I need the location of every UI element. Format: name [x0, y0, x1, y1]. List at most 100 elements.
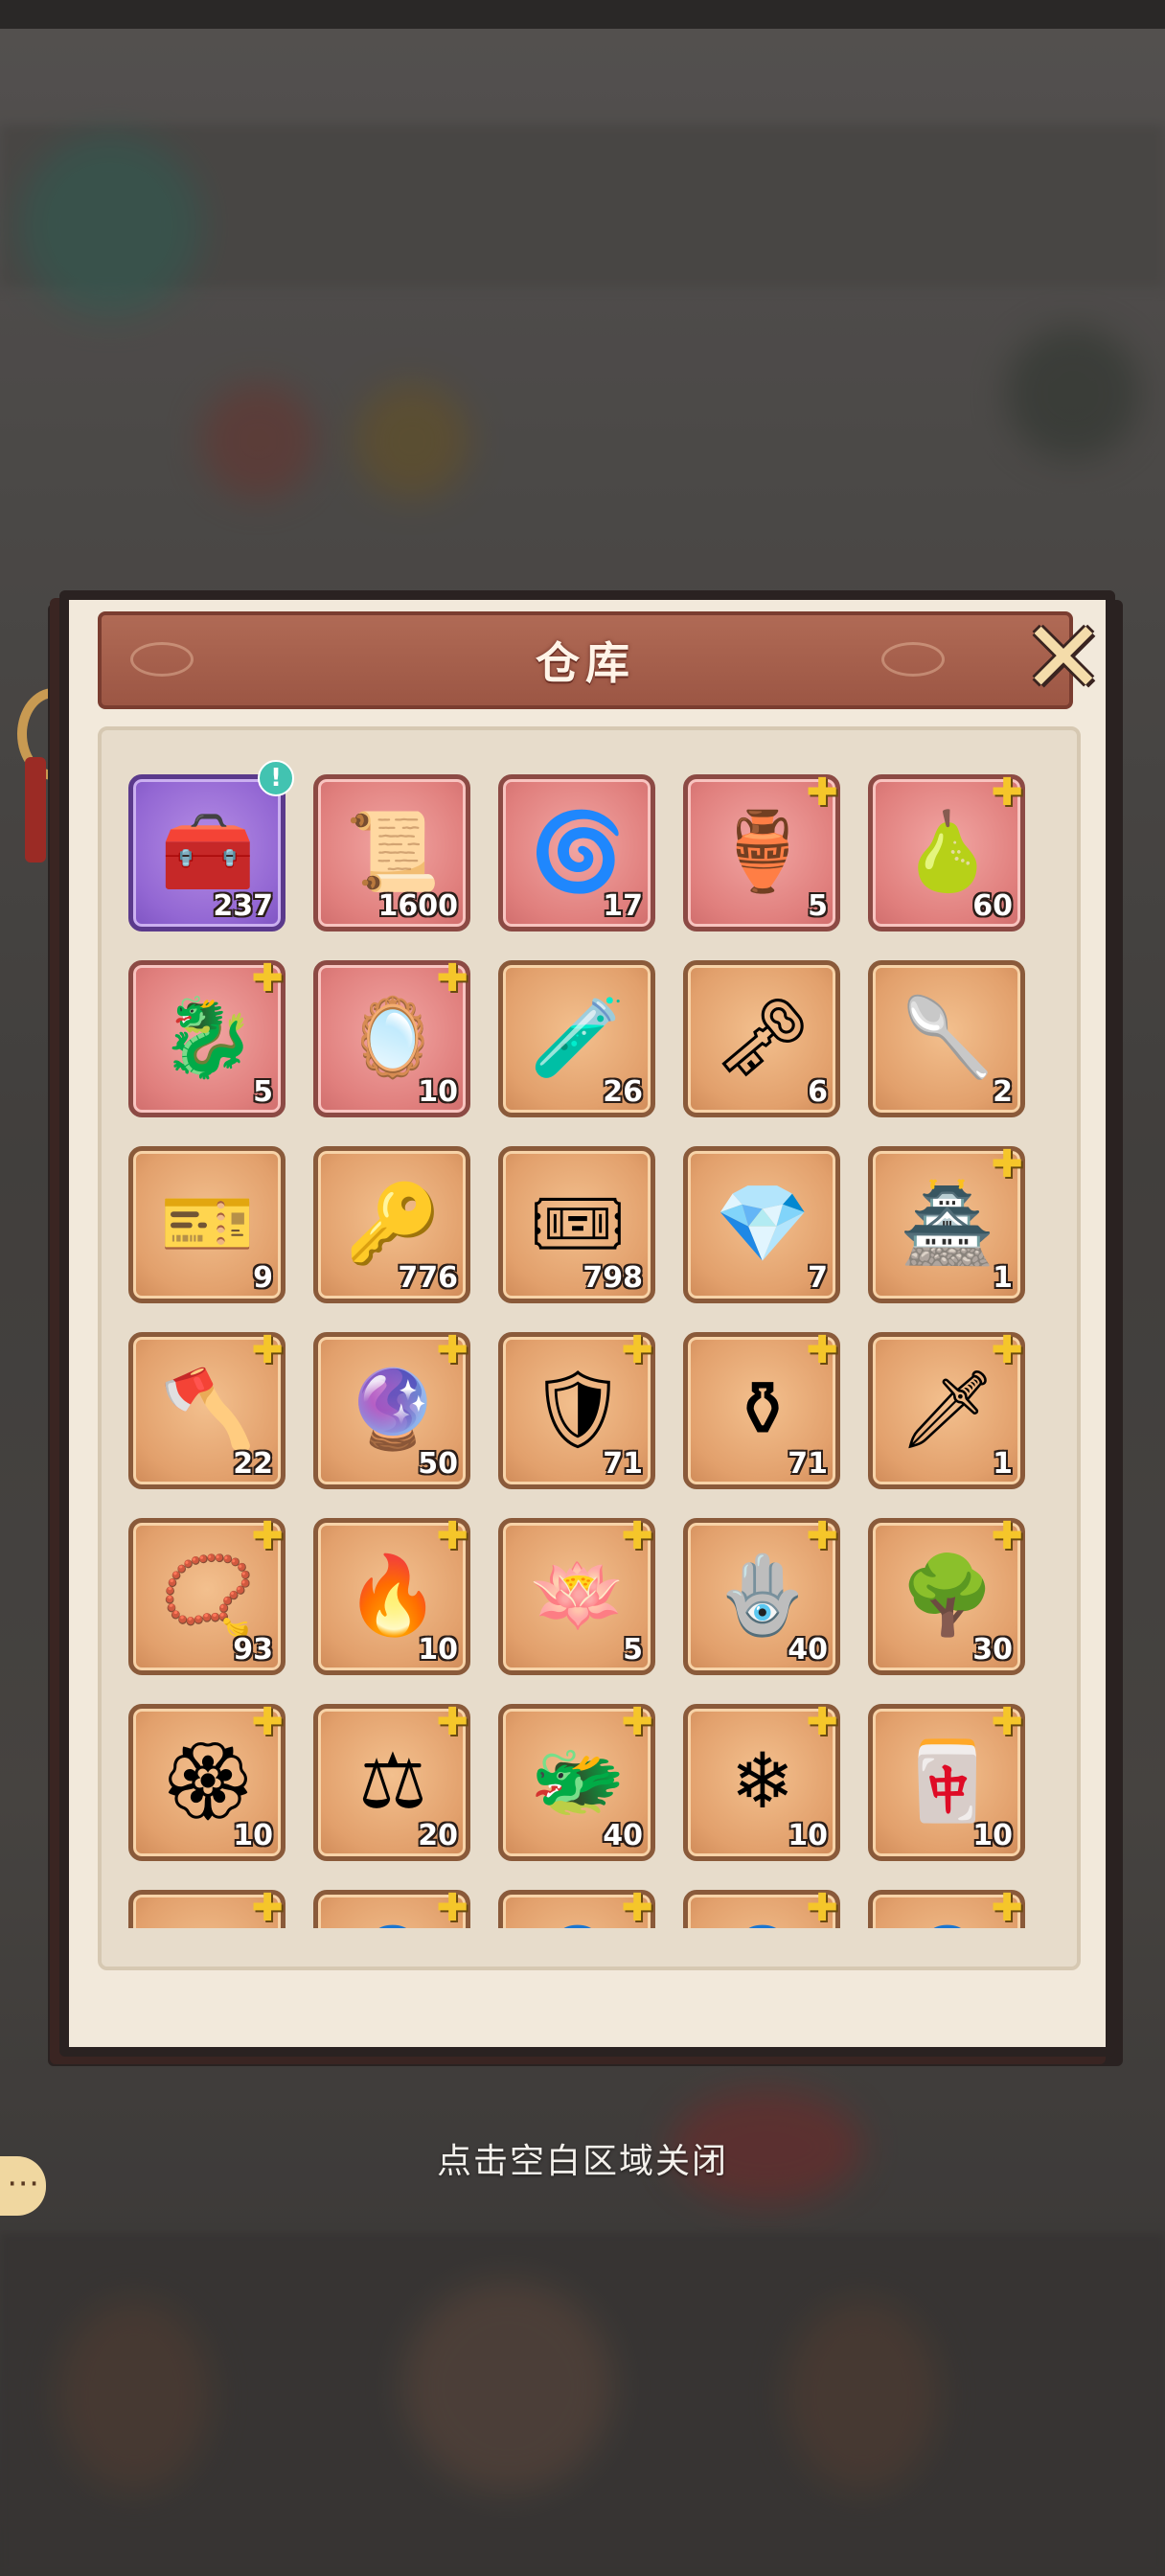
- puzzle-fragment-icon: ✚: [806, 770, 838, 815]
- puzzle-fragment-icon: ✚: [806, 1328, 838, 1372]
- tassel-ornament: [25, 757, 46, 862]
- inventory-item[interactable]: 🐲 ✚ 40: [498, 1700, 655, 1861]
- inventory-item[interactable]: 🔮 ✚ 50: [313, 1328, 470, 1489]
- puzzle-fragment-icon: ✚: [991, 1886, 1023, 1930]
- puzzle-fragment-icon: ✚: [806, 1514, 838, 1558]
- item-count: 40: [603, 1819, 643, 1852]
- item-count: 237: [213, 889, 273, 923]
- inventory-item[interactable]: 🎫 9: [128, 1146, 286, 1303]
- puzzle-fragment-icon: ✚: [621, 1514, 653, 1558]
- inventory-item[interactable]: 🪬 ✚ 40: [683, 1514, 840, 1675]
- puzzle-fragment-icon: ✚: [251, 956, 284, 1000]
- inventory-item[interactable]: 🧰! 237: [128, 760, 294, 932]
- panel-title: 仓库: [536, 637, 635, 689]
- item-count: 10: [233, 1819, 273, 1852]
- item-count: 1: [993, 1447, 1013, 1481]
- puzzle-fragment-icon: ✚: [621, 1328, 653, 1372]
- warehouse-panel: 仓库 ✕ 🧰! 237 📜 1600 🌀 17 🏺 ✚ 5 🍐 ✚ 60 🐉 ✚ 5 🪞 ✚ 10 🧪 26 🗝 6 🥄 2 🎫…: [59, 590, 1115, 2057]
- inventory-grid-frame[interactable]: 🧰! 237 📜 1600 🌀 17 🏺 ✚ 5 🍐 ✚ 60 🐉 ✚ 5 🪞 ✚ 10 🧪 26 🗝 6 🥄 2 🎫 9 🔑 776…: [98, 726, 1081, 1970]
- item-count: 798: [582, 1261, 643, 1295]
- item-count: 30: [972, 1633, 1013, 1667]
- inventory-item[interactable]: 🪷 ✚ 5: [498, 1514, 655, 1675]
- item-count: 22: [233, 1447, 273, 1481]
- puzzle-fragment-icon: ✚: [621, 1700, 653, 1744]
- item-count: 26: [603, 1075, 643, 1109]
- rainbow-gem-icon: 💎: [715, 1179, 811, 1268]
- puzzle-fragment-icon: ✚: [991, 1514, 1023, 1558]
- item-count: 71: [788, 1447, 828, 1481]
- inventory-item[interactable]: 🌀 17: [498, 774, 655, 932]
- inventory-item[interactable]: 🌳 ✚ 30: [868, 1514, 1025, 1675]
- item-count: 17: [603, 889, 643, 923]
- new-item-alert-badge: !: [258, 760, 294, 796]
- item-count: 2: [993, 1075, 1013, 1109]
- puzzle-fragment-icon: ✚: [806, 1886, 838, 1930]
- inventory-grid: 🧰! 237 📜 1600 🌀 17 🏺 ✚ 5 🍐 ✚ 60 🐉 ✚ 5 🪞 ✚ 10 🧪 26 🗝 6 🥄 2 🎫 9 🔑 776…: [128, 760, 1048, 1966]
- inventory-item[interactable]: 🪞 ✚ 10: [313, 956, 470, 1117]
- close-hint-text: 点击空白区域关闭: [436, 2142, 728, 2181]
- inventory-item[interactable]: 📿 ✚ 93: [128, 1514, 286, 1675]
- item-count: 93: [233, 1633, 273, 1667]
- cloud-ornament-right: [881, 642, 945, 677]
- puzzle-fragment-icon: ✚: [991, 1142, 1023, 1186]
- item-count: 60: [972, 889, 1013, 923]
- item-count: 20: [418, 1819, 458, 1852]
- inventory-item[interactable]: 🏵 ✚ 10: [128, 1700, 286, 1861]
- inventory-item[interactable]: 🐉 ✚ 5: [128, 956, 286, 1117]
- puzzle-fragment-icon: ✚: [436, 1700, 468, 1744]
- item-count: 9: [253, 1261, 273, 1295]
- inventory-item[interactable]: 🥄 2: [868, 960, 1025, 1117]
- item-count: 6: [808, 1075, 828, 1109]
- puzzle-fragment-icon: ✚: [251, 1328, 284, 1372]
- item-count: 10: [788, 1819, 828, 1852]
- item-count: 7: [808, 1261, 828, 1295]
- inventory-item[interactable]: 📜 1600: [313, 774, 470, 932]
- item-count: 1: [993, 1261, 1013, 1295]
- puzzle-fragment-icon: ✚: [991, 1700, 1023, 1744]
- inventory-item[interactable]: 🗡 ✚ 1: [868, 1328, 1025, 1489]
- item-count: 5: [808, 889, 828, 923]
- inventory-item[interactable]: 🧪 26: [498, 960, 655, 1117]
- inventory-item[interactable]: 🀄 ✚ 10: [868, 1700, 1025, 1861]
- puzzle-fragment-icon: ✚: [436, 1514, 468, 1558]
- item-count: 40: [788, 1633, 828, 1667]
- puzzle-fragment-icon: ✚: [251, 1514, 284, 1558]
- grid-bottom-edge: [102, 1928, 1077, 1966]
- inventory-item[interactable]: 🍐 ✚ 60: [868, 771, 1025, 932]
- item-count: 10: [972, 1819, 1013, 1852]
- inventory-item[interactable]: 🎟 798: [498, 1146, 655, 1303]
- close-button[interactable]: ✕: [1016, 608, 1111, 707]
- title-bar: 仓库: [98, 611, 1073, 709]
- item-count: 50: [418, 1447, 458, 1481]
- inventory-item[interactable]: 🛡 ✚ 71: [498, 1328, 655, 1489]
- inventory-item[interactable]: 🏺 ✚ 5: [683, 770, 840, 932]
- puzzle-fragment-icon: ✚: [436, 956, 468, 1000]
- inventory-item[interactable]: ⚖ ✚ 20: [313, 1700, 470, 1861]
- item-count: 1600: [377, 889, 459, 923]
- puzzle-fragment-icon: ✚: [991, 1328, 1023, 1372]
- inventory-item[interactable]: ❄ ✚ 10: [683, 1700, 840, 1861]
- inventory-item[interactable]: 🏯 ✚ 1: [868, 1142, 1025, 1303]
- item-count: 10: [418, 1075, 458, 1109]
- puzzle-fragment-icon: ✚: [436, 1328, 468, 1372]
- inventory-item[interactable]: ⚱ ✚ 71: [683, 1328, 840, 1489]
- golden-key-icon: 🗝: [714, 993, 811, 1082]
- item-count: 71: [603, 1447, 643, 1481]
- red-ticket-icon: 🎫: [160, 1179, 256, 1268]
- puzzle-fragment-icon: ✚: [806, 1700, 838, 1744]
- puzzle-fragment-icon: ✚: [621, 1886, 653, 1930]
- inventory-item[interactable]: 🔑 776: [313, 1146, 470, 1303]
- inventory-item[interactable]: 🪓 ✚ 22: [128, 1328, 286, 1489]
- item-count: 5: [253, 1075, 273, 1109]
- puzzle-fragment-icon: ✚: [251, 1886, 284, 1930]
- puzzle-fragment-icon: ✚: [436, 1886, 468, 1930]
- inventory-item[interactable]: 💎 7: [683, 1146, 840, 1303]
- cloud-ornament-left: [130, 642, 194, 677]
- item-count: 5: [623, 1633, 643, 1667]
- item-count: 776: [398, 1261, 458, 1295]
- inventory-item[interactable]: 🗝 6: [683, 960, 840, 1117]
- item-count: 10: [418, 1633, 458, 1667]
- spoon-icon: 🥄: [900, 993, 995, 1082]
- inventory-item[interactable]: 🔥 ✚ 10: [313, 1514, 470, 1675]
- puzzle-fragment-icon: ✚: [251, 1700, 284, 1744]
